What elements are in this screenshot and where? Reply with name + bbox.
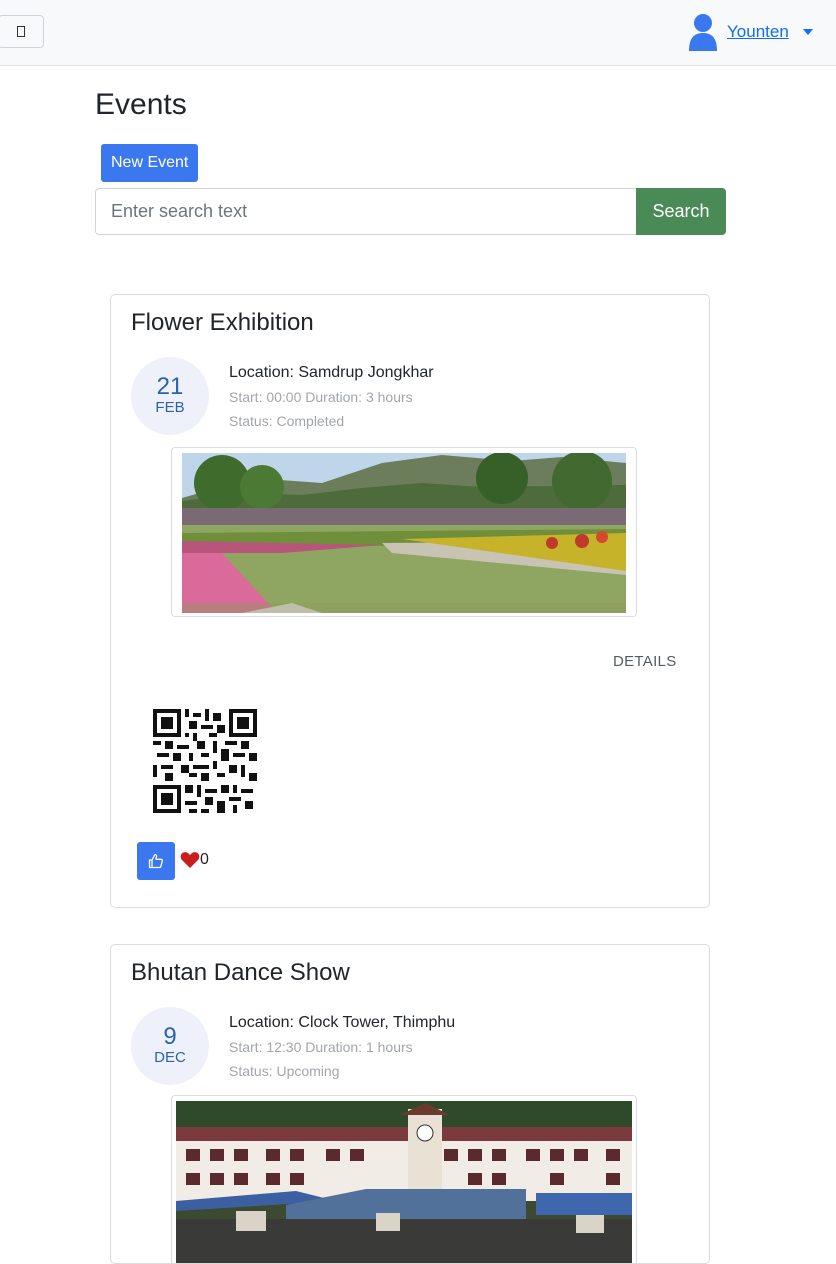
event-photo	[176, 1101, 632, 1263]
event-date-badge: 21 FEB	[131, 357, 209, 435]
user-menu[interactable]: Younten	[688, 12, 813, 52]
event-photo-frame	[171, 1095, 637, 1263]
search-input[interactable]	[95, 188, 637, 235]
event-location: Location: Samdrup Jongkhar	[229, 364, 434, 381]
details-link[interactable]: DETAILS	[613, 653, 677, 670]
top-navbar: Younten	[0, 0, 836, 66]
like-counter: 0	[180, 851, 209, 869]
like-count: 0	[200, 851, 209, 868]
event-card: Bhutan Dance Show 9 DEC Location: Clock …	[110, 944, 710, 1264]
event-timing: Start: 12:30 Duration: 1 hours	[229, 1039, 413, 1055]
event-day: 21	[156, 373, 184, 400]
event-card: Flower Exhibition 21 FEB Location: Samdr…	[110, 294, 710, 908]
event-status: Status: Upcoming	[229, 1063, 340, 1079]
event-timing: Start: 00:00 Duration: 3 hours	[229, 389, 413, 405]
event-title: Flower Exhibition	[131, 309, 314, 336]
event-date-badge: 9 DEC	[131, 1007, 209, 1085]
sidebar-toggle-button[interactable]	[0, 15, 44, 48]
chevron-down-icon[interactable]	[802, 29, 813, 35]
like-button[interactable]	[137, 842, 175, 880]
event-day: 9	[163, 1023, 177, 1050]
heart-icon	[180, 852, 200, 868]
event-status: Status: Completed	[229, 413, 345, 429]
thumbs-up-icon	[148, 853, 164, 869]
event-month: DEC	[154, 1049, 186, 1066]
event-photo-frame	[171, 447, 637, 617]
event-title: Bhutan Dance Show	[131, 959, 350, 986]
user-name-link[interactable]: Younten	[727, 22, 789, 42]
sidebar-toggle-icon	[17, 26, 25, 37]
new-event-button[interactable]: New Event	[101, 144, 199, 182]
page-title: Events	[95, 88, 187, 121]
search-button[interactable]: Search	[636, 188, 726, 235]
event-location: Location: Clock Tower, Thimphu	[229, 1014, 456, 1031]
event-info: Location: Samdrup Jongkhar Start: 00:00 …	[229, 363, 434, 436]
user-icon	[689, 14, 717, 51]
qr-code-icon	[153, 709, 257, 813]
event-month: FEB	[155, 399, 185, 416]
event-info: Location: Clock Tower, Thimphu Start: 12…	[229, 1013, 455, 1086]
event-photo	[182, 453, 626, 613]
